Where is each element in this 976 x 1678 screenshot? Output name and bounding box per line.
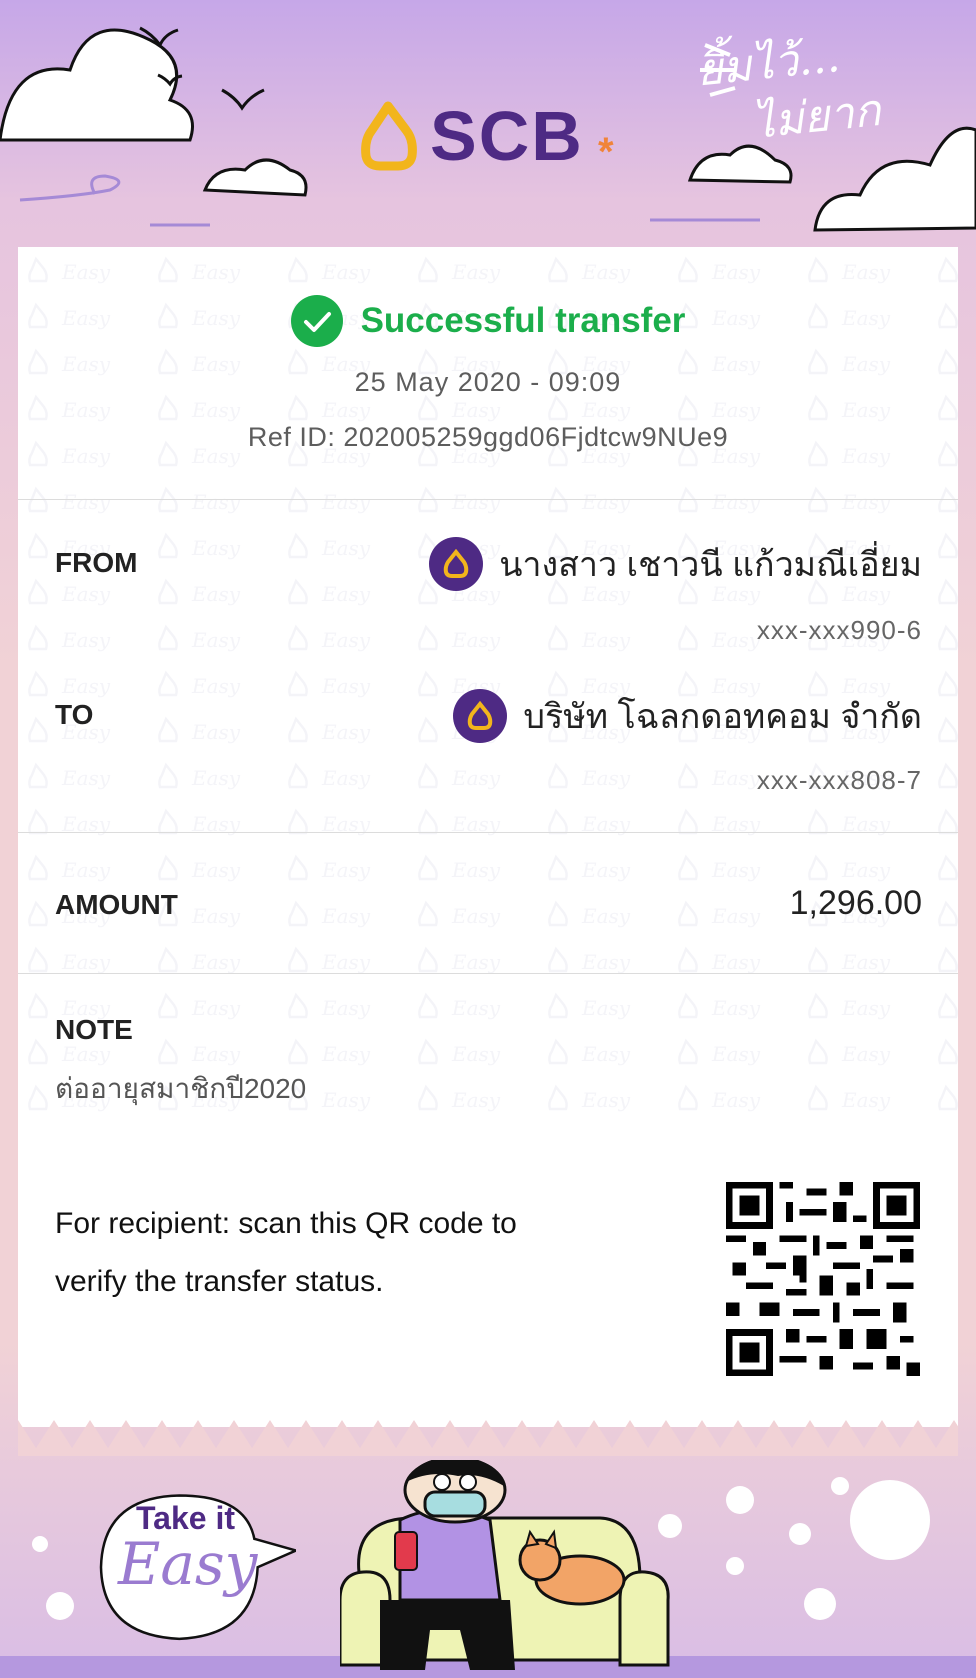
receipt-card: Easy Successful transfer 25 May 2020 - 0… <box>18 247 958 1427</box>
status-row: Successful transfer <box>18 291 958 351</box>
qr-instruction: For recipient: scan this QR code to veri… <box>55 1195 615 1311</box>
sender: นางสาว เชาวนี แก้วมณีเอี่ยม <box>429 537 922 591</box>
qr-instruction-line-2: verify the transfer status. <box>55 1265 384 1298</box>
recipient: บริษัท โฉลกดอทคอม จำกัด <box>453 689 922 743</box>
note-label: NOTE <box>55 1014 133 1045</box>
bank-icon <box>453 689 508 743</box>
brand-name: SCB <box>430 97 584 175</box>
qr-instruction-line-1: For recipient: scan this QR code to <box>55 1207 517 1240</box>
brand-star-icon: * <box>598 130 614 174</box>
character-illustration <box>340 1460 670 1670</box>
divider <box>18 832 958 833</box>
slogan: ยิ้มไว้... ไม่ยาก <box>694 18 946 172</box>
recipient-name: บริษัท โฉลกดอทคอม จำกัด <box>523 698 922 736</box>
scb-logo-icon <box>361 101 417 171</box>
qr-code[interactable] <box>726 1182 920 1376</box>
divider <box>18 499 958 500</box>
amount-value: 1,296.00 <box>789 884 922 922</box>
to-label: TO <box>55 699 94 730</box>
bubble-line-2: Easy <box>118 1530 258 1598</box>
transfer-datetime: 25 May 2020 - 09:09 <box>354 367 622 397</box>
recipient-account: xxx-xxx808-7 <box>756 765 922 795</box>
note-value: ต่ออายุสมาชิกปี2020 <box>55 1073 307 1104</box>
zigzag-edge <box>18 1420 958 1456</box>
sender-account: xxx-xxx990-6 <box>756 615 922 645</box>
divider <box>18 973 958 974</box>
status-title: Successful transfer <box>360 301 686 340</box>
reference-id: Ref ID: 202005259ggd06Fjdtcw9NUe9 <box>247 422 729 452</box>
amount-label: AMOUNT <box>55 889 178 920</box>
from-label: FROM <box>55 547 138 578</box>
bank-icon <box>429 537 484 591</box>
sender-name: นางสาว เชาวนี แก้วมณีเอี่ยม <box>499 546 922 584</box>
success-check-icon <box>290 295 343 347</box>
